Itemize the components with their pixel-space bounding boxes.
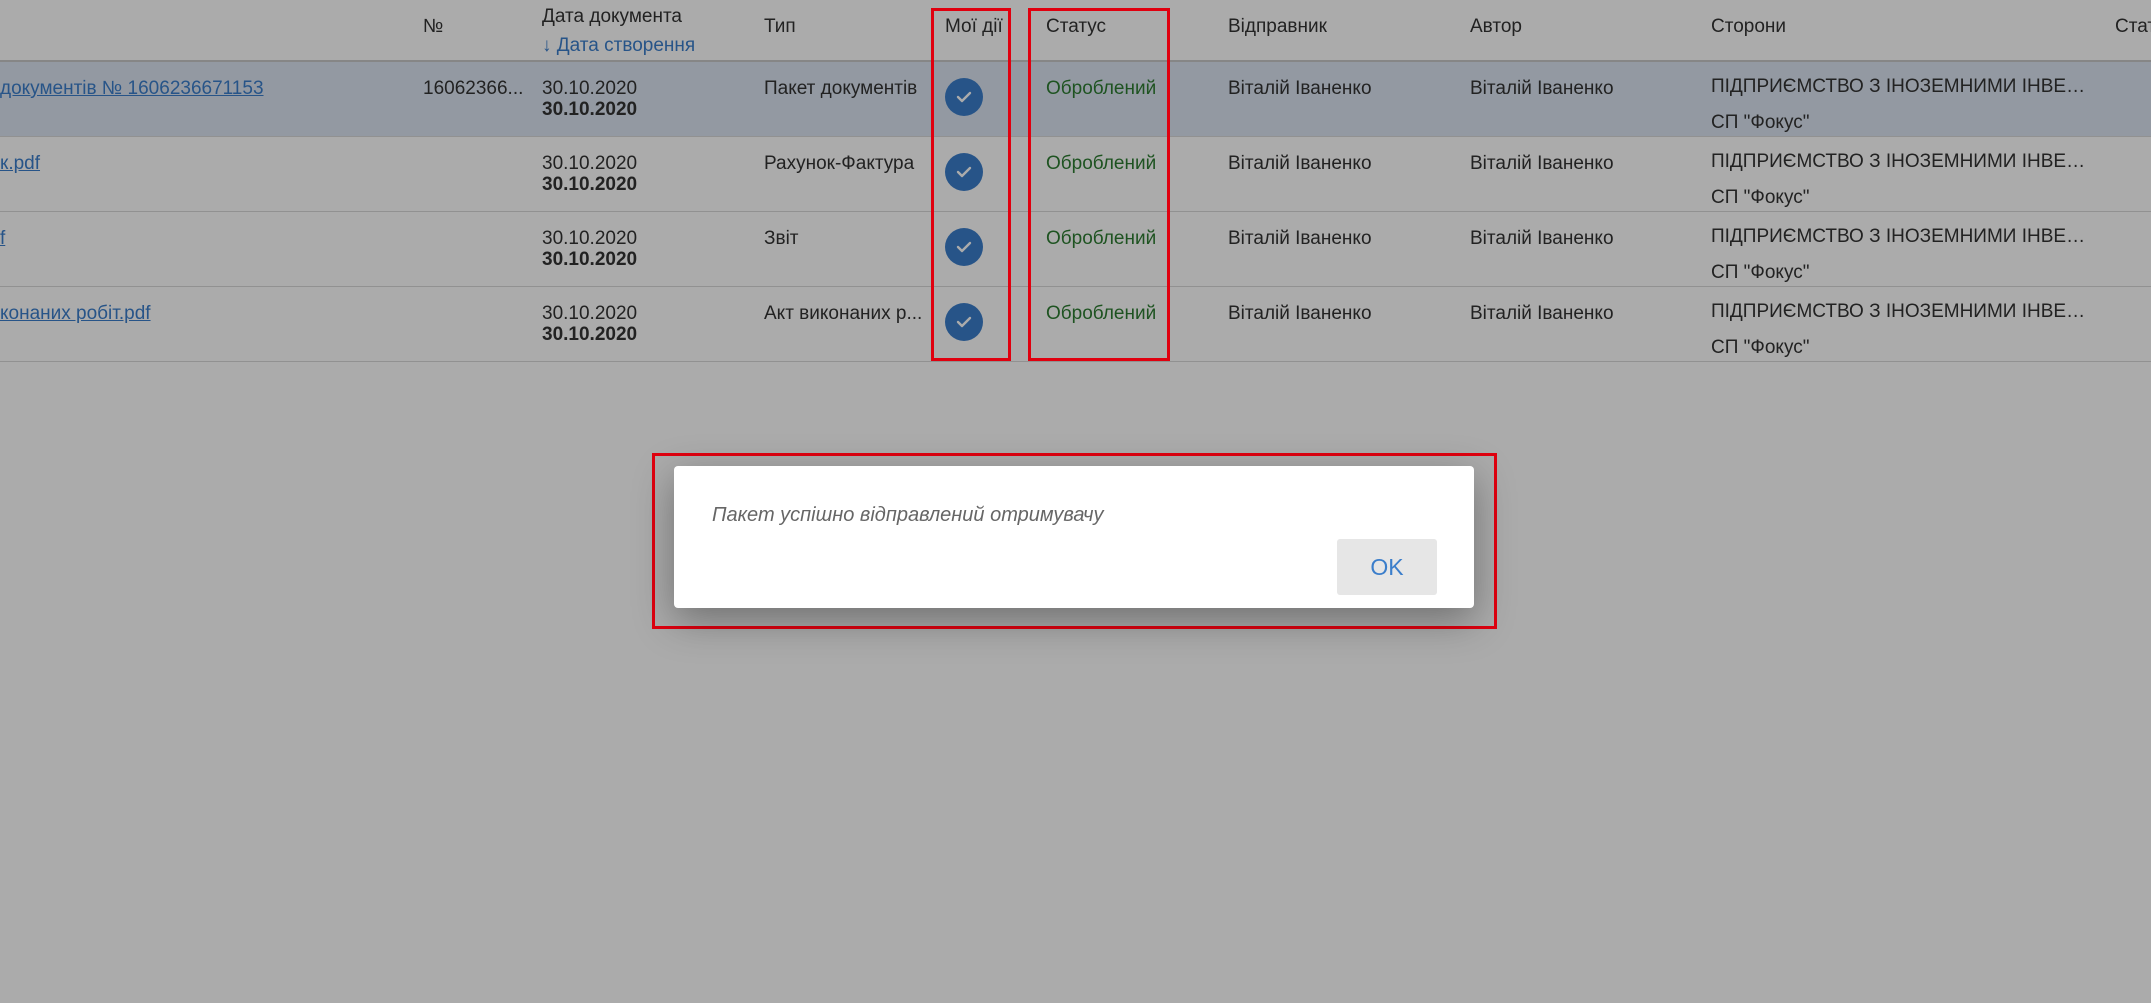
alert-dialog: Пакет успішно відправлений отримувачу OK bbox=[674, 466, 1474, 608]
dialog-message: Пакет успішно відправлений отримувачу bbox=[712, 504, 1104, 526]
highlight-status-column bbox=[1028, 8, 1170, 361]
highlight-my-actions-column bbox=[931, 8, 1011, 361]
documents-page: № Дата документа ↓ Дата створення Тип Мо… bbox=[0, 0, 2151, 1003]
ok-button[interactable]: OK bbox=[1337, 539, 1437, 595]
